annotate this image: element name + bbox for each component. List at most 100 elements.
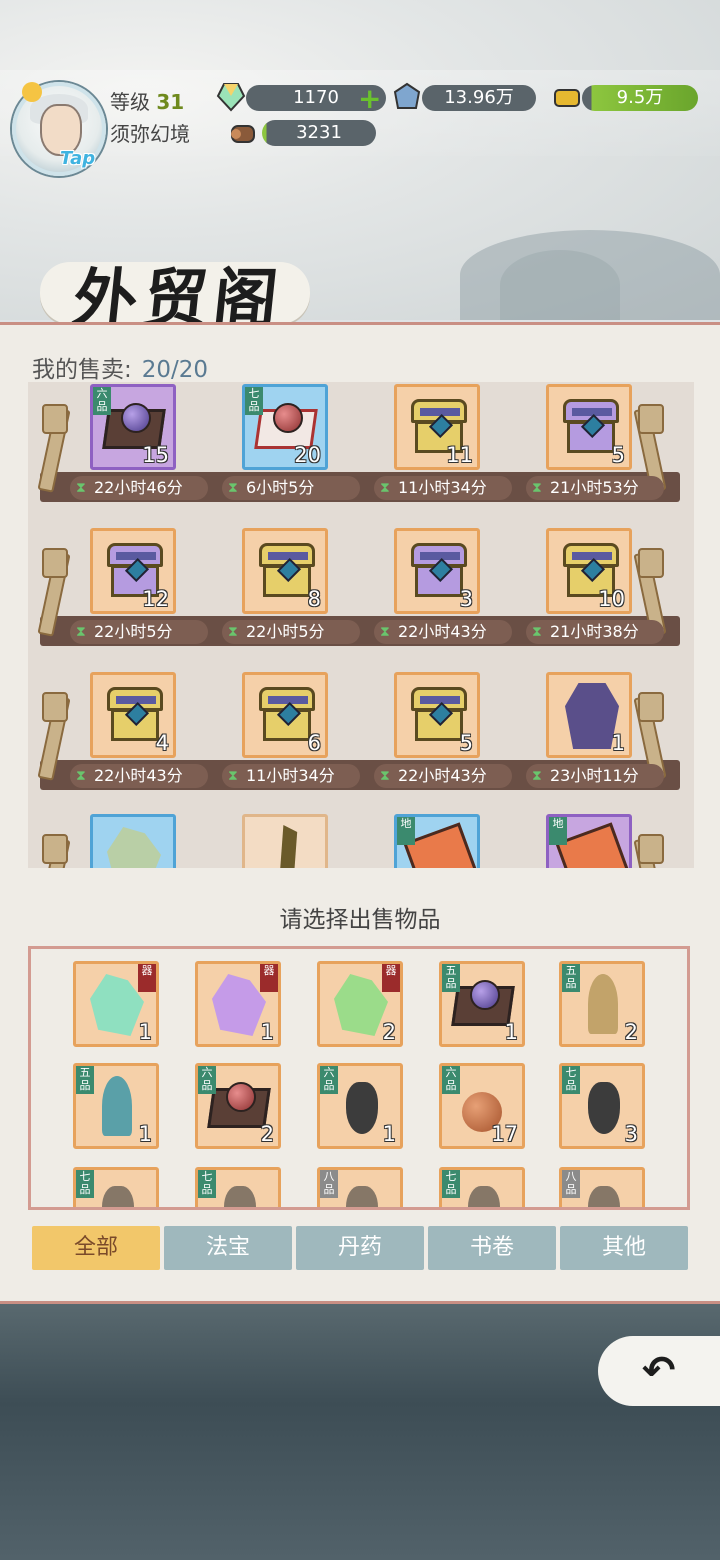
- hourglass-icon: ⧗: [532, 768, 542, 784]
- back-arrow-icon: ↶: [642, 1348, 676, 1394]
- grade-badge: 五品: [442, 964, 460, 992]
- shelf-item[interactable]: 地: [546, 814, 632, 868]
- inventory-item[interactable]: 五品 1: [439, 961, 525, 1047]
- shelf-item[interactable]: 10: [546, 528, 632, 614]
- green-crystal-icon: [334, 974, 388, 1036]
- shelf-item[interactable]: 6: [242, 672, 328, 758]
- shelf-post-knob: [42, 834, 68, 864]
- inventory-item[interactable]: 七品: [439, 1167, 525, 1207]
- crystal-stone-icon: [393, 82, 421, 109]
- timer-text: 22小时43分: [398, 622, 487, 641]
- sale-timer: ⧗ 22小时46分: [70, 476, 208, 500]
- inventory-item[interactable]: 器2: [317, 961, 403, 1047]
- timer-text: 11小时34分: [246, 766, 335, 785]
- shelf-item[interactable]: 七品 20: [242, 384, 328, 470]
- timer-text: 22小时43分: [398, 766, 487, 785]
- item-count: 1: [504, 1020, 518, 1044]
- black-gourd-icon: [588, 1082, 620, 1134]
- tab-other[interactable]: 其他: [560, 1226, 688, 1270]
- shelf-item[interactable]: [90, 814, 176, 868]
- sale-timer: ⧗ 21小时53分: [526, 476, 664, 500]
- inventory-item[interactable]: 器1: [73, 961, 159, 1047]
- sale-timer: ⧗ 11小时34分: [222, 764, 360, 788]
- item-count: 1: [260, 1020, 274, 1044]
- inventory-item[interactable]: 器1: [195, 961, 281, 1047]
- gourd-figure-icon: [588, 974, 618, 1034]
- timer-text: 22小时43分: [94, 766, 183, 785]
- shelf-post-knob: [638, 404, 664, 434]
- tab-all[interactable]: 全部: [32, 1226, 160, 1270]
- item-count: 11: [446, 443, 473, 467]
- timer-text: 11小时34分: [398, 478, 487, 497]
- hourglass-icon: ⧗: [380, 480, 390, 496]
- inventory-grid[interactable]: 器 1 器 1 器 2 五品 1 五品 2 五品 1 六品 2 六品 1 六品 17 七品 3 七品 七品 八品 七品 八品: [28, 946, 690, 1210]
- item-count: 5: [611, 443, 625, 467]
- unknown-item-icon: [346, 1186, 378, 1207]
- teal-figure-icon: [102, 1076, 132, 1136]
- inventory-item[interactable]: 六品 2: [195, 1063, 281, 1149]
- violet-chest-icon: [563, 399, 619, 457]
- gold-chest-icon: [107, 687, 163, 745]
- teal-crystal-icon: [90, 974, 144, 1036]
- inventory-item[interactable]: 五品 2: [559, 961, 645, 1047]
- unknown-item-icon: [588, 1186, 620, 1207]
- shelf-post-knob: [42, 692, 68, 722]
- shelf-item[interactable]: 5: [394, 672, 480, 758]
- inventory-item[interactable]: 六品 1: [317, 1063, 403, 1149]
- grade-badge: 七品: [442, 1170, 460, 1198]
- inventory-item[interactable]: 六品 17: [439, 1063, 525, 1149]
- sale-timer: ⧗ 22小时5分: [70, 620, 208, 644]
- shelf-item[interactable]: 4: [90, 672, 176, 758]
- item-count: 17: [491, 1122, 518, 1146]
- shelf-post-knob: [638, 692, 664, 722]
- inventory-item[interactable]: 七品: [195, 1167, 281, 1207]
- shelf-item[interactable]: 8: [242, 528, 328, 614]
- shelf-item[interactable]: 5: [546, 384, 632, 470]
- tab-scroll[interactable]: 书卷: [428, 1226, 556, 1270]
- shelf-post-knob: [42, 404, 68, 434]
- inventory-item[interactable]: 八品: [317, 1167, 403, 1207]
- purple-crystal-icon: [212, 974, 266, 1036]
- item-count: 2: [382, 1020, 396, 1044]
- player-level: 等级 31: [110, 90, 185, 114]
- back-button[interactable]: ↶: [598, 1336, 720, 1406]
- hourglass-icon: ⧗: [76, 480, 86, 496]
- sales-shelf[interactable]: 六品 15 ⧗ 22小时46分 七品 20 ⧗ 6小时5分 11 ⧗ 11小时34分 5 ⧗ 21小时53…: [28, 382, 694, 868]
- grade-badge: 六品: [320, 1066, 338, 1094]
- grade-badge: 七品: [198, 1170, 216, 1198]
- tab-elixir[interactable]: 丹药: [296, 1226, 424, 1270]
- grade-badge: 器: [382, 964, 400, 992]
- grade-badge: 七品: [562, 1066, 580, 1094]
- inventory-item[interactable]: 八品: [559, 1167, 645, 1207]
- item-count: 12: [142, 587, 169, 611]
- black-gourd-icon: [346, 1082, 378, 1134]
- grade-badge: 八品: [320, 1170, 338, 1198]
- shelf-item[interactable]: 六品 15: [90, 384, 176, 470]
- grade-badge: 六品: [442, 1066, 460, 1094]
- shelf-item[interactable]: 11: [394, 384, 480, 470]
- add-jade-button[interactable]: +: [358, 85, 381, 113]
- item-count: 10: [598, 587, 625, 611]
- timer-text: 22小时5分: [246, 622, 325, 641]
- background-bottom: [0, 1300, 720, 1560]
- grade-badge: 五品: [562, 964, 580, 992]
- sale-timer: ⧗ 6小时5分: [222, 476, 360, 500]
- shelf-item[interactable]: [242, 814, 328, 868]
- shelf-item[interactable]: 12: [90, 528, 176, 614]
- shelf-item[interactable]: 3: [394, 528, 480, 614]
- timer-text: 22小时46分: [94, 478, 183, 497]
- hourglass-icon: ⧗: [532, 624, 542, 640]
- sale-timer: ⧗ 22小时43分: [70, 764, 208, 788]
- wood-log-icon: [231, 125, 255, 143]
- shelf-item[interactable]: 地: [394, 814, 480, 868]
- tab-treasure[interactable]: 法宝: [164, 1226, 292, 1270]
- inventory-item[interactable]: 七品 3: [559, 1063, 645, 1149]
- inventory-item[interactable]: 七品: [73, 1167, 159, 1207]
- hourglass-icon: ⧗: [380, 768, 390, 784]
- shelf-post-knob: [638, 834, 664, 864]
- shelf-item[interactable]: 1: [546, 672, 632, 758]
- gold-chest-icon: [411, 687, 467, 745]
- sale-timer: ⧗ 22小时43分: [374, 620, 512, 644]
- grade-badge: 地: [549, 817, 567, 845]
- inventory-item[interactable]: 五品 1: [73, 1063, 159, 1149]
